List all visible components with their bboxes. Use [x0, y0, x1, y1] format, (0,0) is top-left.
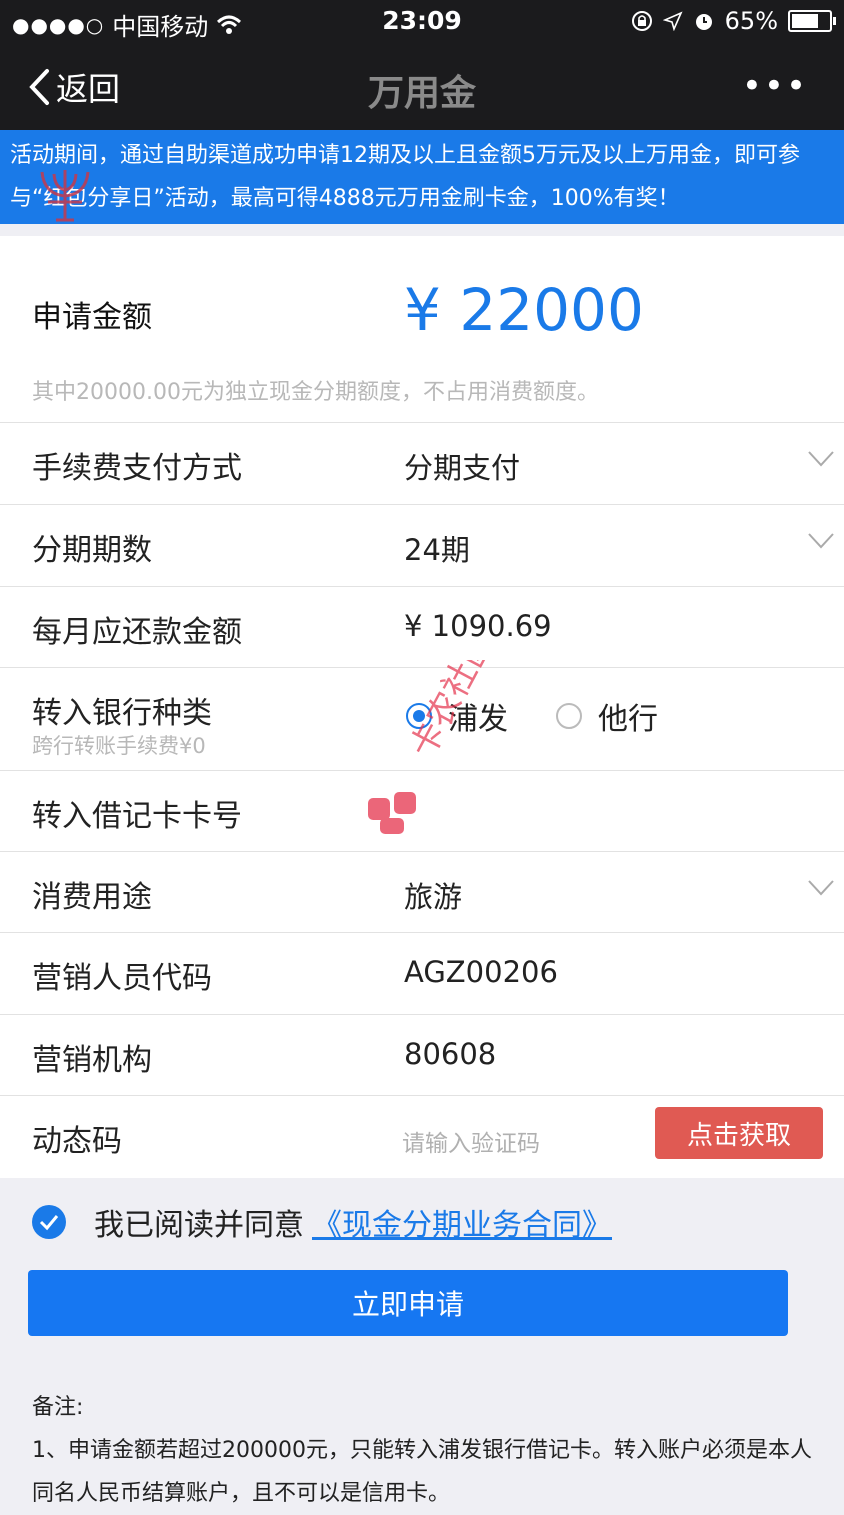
bank-type-note: 跨行转账手续费¥0: [32, 734, 206, 758]
staff-code-value[interactable]: AGZ00206: [404, 955, 558, 989]
monthly-payment-label: 每月应还款金额: [32, 615, 242, 650]
purpose-label: 消费用途: [32, 880, 152, 915]
staff-code-row[interactable]: 营销人员代码 AGZ00206: [0, 932, 844, 1013]
installments-value[interactable]: 24期: [404, 527, 470, 569]
agreement-row: 我已阅读并同意 《现金分期业务合同》: [32, 1200, 612, 1244]
amount-label: 申请金额: [32, 300, 152, 335]
purpose-row[interactable]: 消费用途 旅游: [0, 851, 844, 932]
debit-card-label: 转入借记卡卡号: [32, 799, 242, 834]
installments-row[interactable]: 分期期数 24期: [0, 504, 844, 585]
verification-label: 动态码: [32, 1124, 122, 1159]
installments-label: 分期期数: [32, 533, 152, 568]
amount-value[interactable]: ¥ 22000: [404, 276, 644, 344]
agreement-text: 我已阅读并同意: [94, 1208, 304, 1243]
chevron-down-icon[interactable]: [808, 880, 834, 896]
radio-spdb[interactable]: [406, 703, 432, 729]
get-code-button[interactable]: 点击获取: [655, 1107, 823, 1159]
battery-percent: 65%: [724, 7, 778, 35]
amount-section: 申请金额 ¥ 22000 其中20000.00元为独立现金分期额度，不占用消费额…: [0, 236, 844, 422]
promo-banner[interactable]: 活动期间，通过自助渠道成功申请12期及以上且金额5万元及以上万用金，即可参与“红…: [0, 130, 844, 224]
amount-note: 其中20000.00元为独立现金分期额度，不占用消费额度。: [32, 380, 599, 405]
battery-icon: [788, 10, 836, 32]
agree-checkbox[interactable]: [32, 1205, 66, 1239]
notes-title: 备注:: [32, 1395, 84, 1420]
org-value[interactable]: 80608: [404, 1037, 496, 1071]
more-button[interactable]: •••: [742, 66, 808, 106]
fee-method-row[interactable]: 手续费支付方式 分期支付: [0, 422, 844, 503]
chevron-down-icon[interactable]: [808, 533, 834, 549]
nav-bar: 返回 万用金 •••: [0, 44, 844, 130]
notes-line-1: 1、申请金额若超过200000元，只能转入浦发银行借记卡。转入账户必须是本人同名…: [32, 1438, 812, 1506]
location-icon: [662, 11, 683, 31]
status-bar: ●●●●○ 中国移动 23:09 65%: [0, 0, 844, 44]
submit-button[interactable]: 立即申请: [28, 1270, 788, 1336]
chevron-down-icon[interactable]: [808, 451, 834, 467]
radio-spdb-label[interactable]: 浦发: [448, 694, 508, 738]
verification-row: 动态码 请输入验证码 点击获取: [0, 1095, 844, 1178]
verification-input[interactable]: 请输入验证码: [402, 1124, 540, 1158]
staff-code-label: 营销人员代码: [32, 961, 212, 996]
bank-radio-group: 浦发 他行: [406, 694, 706, 738]
org-label: 营销机构: [32, 1043, 152, 1078]
debit-card-row[interactable]: 转入借记卡卡号: [0, 770, 844, 851]
fee-method-label: 手续费支付方式: [32, 451, 242, 486]
monthly-payment-row: 每月应还款金额 ¥ 1090.69: [0, 586, 844, 667]
bank-type-row: 转入银行种类 跨行转账手续费¥0 浦发 他行: [0, 667, 844, 770]
fee-method-value[interactable]: 分期支付: [404, 445, 520, 487]
trident-logo-icon: [40, 170, 90, 222]
rotation-lock-icon: [631, 11, 652, 31]
radio-other-bank-label[interactable]: 他行: [598, 694, 658, 738]
checkmark-icon: [39, 1215, 59, 1231]
monthly-payment-value: ¥ 1090.69: [404, 609, 552, 643]
bank-type-label: 转入银行种类: [32, 696, 212, 731]
alarm-icon: [695, 14, 712, 30]
purpose-value[interactable]: 旅游: [404, 874, 462, 916]
org-row[interactable]: 营销机构 80608: [0, 1014, 844, 1095]
contract-link[interactable]: 《现金分期业务合同》: [312, 1200, 612, 1244]
radio-other-bank[interactable]: [556, 703, 582, 729]
notes-section: 备注: 1、申请金额若超过200000元，只能转入浦发银行借记卡。转入账户必须是…: [32, 1386, 832, 1515]
page-title: 万用金: [367, 73, 476, 114]
application-form: 申请金额 ¥ 22000 其中20000.00元为独立现金分期额度，不占用消费额…: [0, 236, 844, 1178]
